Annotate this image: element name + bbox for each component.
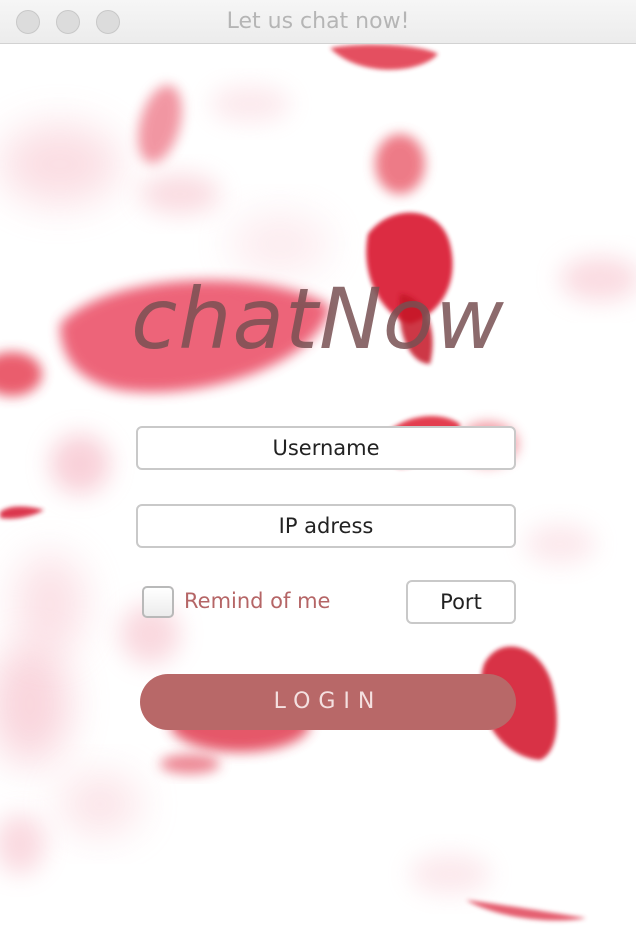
remind-label[interactable]: Remind of me [184, 589, 330, 613]
title-bar: Let us chat now! [0, 0, 636, 44]
ip-address-input[interactable] [136, 504, 516, 548]
port-input[interactable] [406, 580, 516, 624]
petal-background [0, 44, 636, 921]
username-input[interactable] [136, 426, 516, 470]
window-title: Let us chat now! [226, 9, 410, 34]
app-window: Let us chat now! chatNow Username IP adr… [0, 0, 636, 932]
login-button[interactable]: LOGIN [140, 674, 516, 730]
login-panel: chatNow [0, 44, 636, 932]
remind-checkbox[interactable] [142, 586, 174, 618]
app-logo: chatNow [131, 270, 505, 368]
